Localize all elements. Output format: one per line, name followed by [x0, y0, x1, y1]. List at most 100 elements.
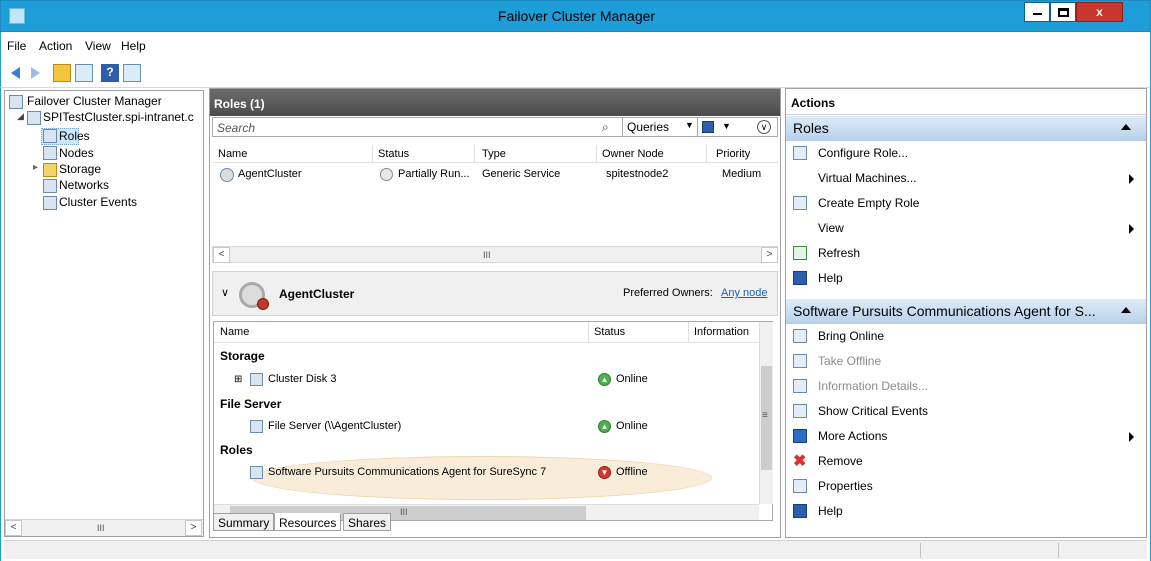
- scroll-right-button[interactable]: >: [761, 247, 778, 263]
- maximize-button[interactable]: [1050, 2, 1076, 22]
- queries-dropdown[interactable]: Queries ▼: [622, 118, 696, 136]
- critical-events-icon: [793, 404, 807, 418]
- action-more-actions[interactable]: More Actions: [786, 424, 1146, 449]
- information-details-icon: [793, 379, 807, 393]
- col-type[interactable]: Type: [482, 148, 506, 160]
- close-button[interactable]: x: [1076, 2, 1123, 22]
- section-title: Roles: [793, 120, 829, 136]
- col-name[interactable]: Name: [220, 326, 249, 338]
- fileserver-name[interactable]: File Server (\\AgentCluster): [268, 420, 401, 432]
- file-server-icon: [250, 420, 263, 433]
- resources-vertical-scrollbar[interactable]: ≡: [759, 322, 773, 504]
- menu-help[interactable]: Help: [121, 39, 146, 53]
- minimize-icon: [1033, 13, 1042, 15]
- resources-header: Name Status Information: [214, 322, 759, 343]
- queries-label: Queries: [627, 120, 670, 134]
- action-information-details[interactable]: Information Details...: [786, 374, 1146, 399]
- tab-resources[interactable]: Resources: [274, 513, 342, 531]
- tab-summary[interactable]: Summary: [213, 513, 275, 531]
- tree-item-nodes[interactable]: Nodes: [59, 146, 94, 160]
- roles-header: Roles (1): [210, 89, 780, 116]
- action-help[interactable]: Help: [786, 266, 1146, 291]
- table-row[interactable]: AgentCluster Partially Run... Generic Se…: [212, 165, 778, 185]
- tree-item-roles[interactable]: Roles: [59, 129, 90, 143]
- action-properties[interactable]: Properties: [786, 474, 1146, 499]
- minimize-button[interactable]: [1024, 2, 1050, 22]
- action-label: Information Details...: [818, 379, 929, 393]
- scroll-grip[interactable]: III: [97, 523, 105, 533]
- action-help-2[interactable]: Help: [786, 499, 1146, 524]
- scroll-grip: ≡: [762, 410, 768, 421]
- action-configure-role[interactable]: Configure Role...: [786, 141, 1146, 166]
- tree-item-networks[interactable]: Networks: [59, 178, 109, 192]
- action-label: Remove: [818, 454, 863, 468]
- collapse-caret-icon[interactable]: [1121, 124, 1131, 130]
- row-name: AgentCluster: [238, 168, 302, 180]
- action-label: More Actions: [818, 429, 888, 443]
- show-hide-console-tree-icon[interactable]: [75, 64, 93, 82]
- save-query-dropdown[interactable]: ▼: [697, 118, 737, 136]
- collapse-caret-icon[interactable]: [1121, 307, 1131, 313]
- roles-horizontal-scrollbar[interactable]: < III >: [212, 246, 778, 263]
- tab-shares[interactable]: Shares: [343, 513, 392, 531]
- col-information[interactable]: Information: [694, 326, 749, 338]
- section-header-roles[interactable]: Roles: [786, 116, 1146, 141]
- tree-root[interactable]: Failover Cluster Manager: [27, 94, 162, 108]
- action-view[interactable]: View: [786, 216, 1146, 241]
- collapse-chevron-icon[interactable]: ∨: [221, 286, 229, 299]
- menu-file[interactable]: File: [7, 39, 26, 53]
- col-name[interactable]: Name: [218, 148, 247, 160]
- show-hide-action-pane-icon[interactable]: [123, 64, 141, 82]
- tree-item-storage[interactable]: Storage: [59, 162, 101, 176]
- scroll-grip[interactable]: III: [483, 250, 491, 260]
- menu-action[interactable]: Action: [39, 39, 72, 53]
- action-refresh[interactable]: Refresh: [786, 241, 1146, 266]
- section-header-agent[interactable]: Software Pursuits Communications Agent f…: [786, 299, 1146, 324]
- up-folder-icon[interactable]: [53, 64, 71, 82]
- action-label: Show Critical Events: [818, 404, 929, 418]
- col-priority[interactable]: Priority: [716, 148, 750, 160]
- help-icon[interactable]: ?: [101, 64, 119, 82]
- configure-role-icon: [793, 146, 807, 160]
- partial-status-icon: [380, 168, 393, 181]
- scroll-left-button[interactable]: <: [5, 520, 22, 536]
- expand-icon[interactable]: ⊞: [234, 374, 242, 385]
- any-node-link[interactable]: Any node: [721, 287, 767, 299]
- collapse-chevron-icon[interactable]: ∨: [757, 120, 771, 134]
- expand-arrow-icon[interactable]: ▸: [33, 162, 38, 173]
- refresh-icon: [793, 246, 807, 260]
- action-create-empty-role[interactable]: Create Empty Role: [786, 191, 1146, 216]
- row-owner-node: spitestnode2: [606, 168, 669, 180]
- collapse-arrow-icon[interactable]: ◢: [17, 111, 24, 122]
- action-show-critical-events[interactable]: Show Critical Events: [786, 399, 1146, 424]
- search-placeholder: Search: [217, 121, 256, 135]
- action-label: Configure Role...: [818, 146, 909, 160]
- action-bring-online[interactable]: Bring Online: [786, 324, 1146, 349]
- console-tree: Failover Cluster Manager ◢ SPITestCluste…: [4, 90, 204, 537]
- role-name[interactable]: Software Pursuits Communications Agent f…: [268, 466, 546, 478]
- action-label: Create Empty Role: [818, 196, 920, 210]
- action-virtual-machines[interactable]: Virtual Machines...: [786, 166, 1146, 191]
- tree-item-cluster-events[interactable]: Cluster Events: [59, 195, 137, 209]
- col-owner-node[interactable]: Owner Node: [602, 148, 664, 160]
- tree-cluster[interactable]: SPITestCluster.spi-intranet.c: [43, 110, 201, 124]
- tree-horizontal-scrollbar[interactable]: < III >: [5, 519, 203, 536]
- disk-icon: [250, 373, 263, 386]
- action-remove[interactable]: ✖ Remove: [786, 449, 1146, 474]
- disk-name[interactable]: Cluster Disk 3: [268, 373, 336, 385]
- scroll-left-button[interactable]: <: [213, 247, 230, 263]
- scroll-right-button[interactable]: >: [185, 520, 202, 536]
- forward-arrow-icon[interactable]: [31, 67, 40, 79]
- col-status[interactable]: Status: [594, 326, 625, 338]
- menu-view[interactable]: View: [85, 39, 111, 53]
- search-icon[interactable]: ⌕: [602, 120, 609, 135]
- action-take-offline[interactable]: Take Offline: [786, 349, 1146, 374]
- section-title: Software Pursuits Communications Agent f…: [793, 303, 1096, 319]
- action-label: Help: [818, 271, 843, 285]
- offline-status-icon: ▼: [598, 466, 611, 479]
- col-status[interactable]: Status: [378, 148, 409, 160]
- menu-bar: File Action View Help: [0, 32, 1151, 58]
- agent-role-icon: [250, 466, 263, 479]
- back-arrow-icon[interactable]: [11, 67, 20, 79]
- search-input[interactable]: Search ⌕ Queries ▼ ▼ ∨: [212, 117, 778, 137]
